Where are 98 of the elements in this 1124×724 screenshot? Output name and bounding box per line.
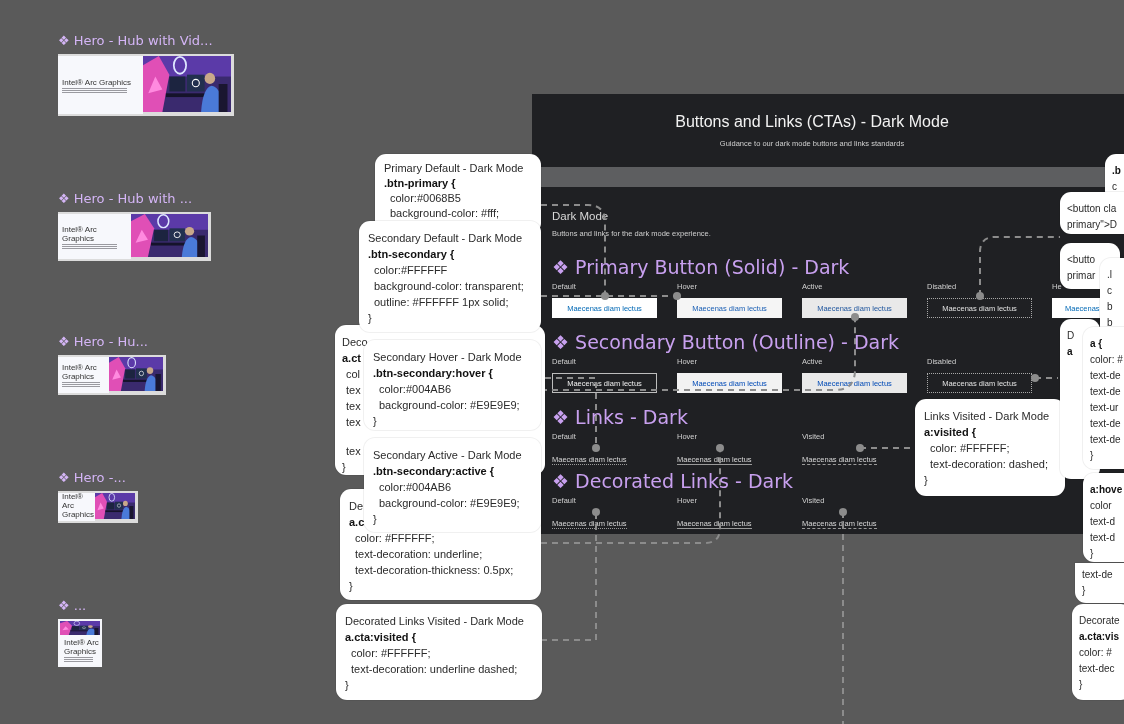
code-line: text-d	[1090, 531, 1115, 545]
frame-thumbnail[interactable]: Intel® Arc Graphics	[58, 355, 166, 395]
component-label[interactable]: ❖ Links - Dark	[552, 405, 688, 429]
code-line: .btn-secondary:active {	[373, 464, 495, 479]
note-title: text-de	[1090, 369, 1121, 383]
frame-label[interactable]: ❖ Hero - Hu...	[58, 334, 166, 350]
note-title: .l	[1107, 268, 1112, 282]
frame-label[interactable]: ❖ ...	[58, 598, 102, 614]
note-title: Decorated Links Visited - Dark Mode	[345, 614, 524, 629]
code-line: background-color: transparent;	[373, 279, 524, 294]
component-label[interactable]: ❖ Secondary Button (Outline) - Dark	[552, 330, 899, 354]
frame-thumbnail[interactable]: Intel® Arc Graphics	[58, 491, 138, 523]
code-line: color:#FFFFFF	[373, 263, 448, 278]
note-title: c	[1107, 284, 1112, 298]
code-line: tex	[345, 383, 361, 398]
code-line: text-decoration: underline;	[354, 547, 483, 562]
frame-label[interactable]: ❖ Hero - Hub with Vid...	[58, 33, 234, 49]
code-line: a.ct	[342, 351, 361, 366]
note-title: primar	[1067, 269, 1096, 283]
code-line: }	[345, 678, 349, 693]
code-line: }	[1090, 547, 1094, 561]
thumbnail-heading: Intel® Arc Graphics	[62, 493, 95, 519]
code-line: a.cta:visited {	[345, 630, 416, 645]
code-line: }	[373, 414, 377, 429]
frame-thumbnail[interactable]: Intel® Arc Graphics	[58, 619, 102, 667]
code-line: a.c	[349, 515, 365, 530]
code-line: color: #FFFFFF;	[929, 441, 1010, 456]
code-line: text-decoration: dashed;	[929, 457, 1049, 472]
code-line: tex	[345, 415, 361, 430]
component-label[interactable]: ❖ Primary Button (Solid) - Dark	[552, 255, 850, 279]
code-line: text-dec	[1079, 662, 1115, 676]
code-line: background-color: #fff;	[389, 206, 500, 221]
code-line: color:#0068B5	[389, 191, 461, 206]
code-line: text-decoration-thickness: 0.5px;	[354, 563, 514, 578]
note-title: text-de	[1090, 433, 1121, 447]
note-title: text-de	[1090, 417, 1121, 431]
thumbnail-heading: Intel® Arc Graphics	[62, 224, 98, 243]
code-line: color	[1090, 499, 1112, 513]
code-line: }	[368, 311, 372, 326]
code-line: }	[373, 512, 377, 527]
code-line: outline: #FFFFFF 1px solid;	[373, 295, 509, 310]
code-line: color: #	[1079, 646, 1112, 660]
code-line: tex	[345, 444, 361, 459]
code-line: background-color: #E9E9E9;	[378, 496, 520, 511]
thumbnail-heading: Intel® Arc Graphics	[64, 638, 100, 656]
code-line: col	[345, 367, 361, 382]
note-title: Secondary Active - Dark Mode	[373, 448, 522, 463]
note-title: De	[349, 499, 364, 514]
code-line: }	[349, 579, 353, 594]
note-title: primary">D	[1067, 218, 1117, 232]
code-line: .b	[1112, 164, 1121, 178]
code-line: color:#004AB6	[378, 480, 452, 495]
code-line: }	[924, 473, 928, 488]
thumbnail-heading: Intel® Arc Graphics	[62, 363, 98, 381]
section-title: Dark Mode	[552, 209, 610, 223]
code-line: color: #FFFFFF;	[350, 646, 431, 661]
code-line: c	[1112, 180, 1117, 194]
code-line: .btn-secondary {	[368, 247, 455, 262]
frame-thumbnail[interactable]: Intel® Arc Graphics	[58, 54, 234, 116]
note-title: Deco	[342, 335, 368, 350]
frame-thumbnail[interactable]: Intel® Arc Graphics	[58, 212, 211, 261]
note-title: color: #	[1090, 353, 1123, 367]
note-title: Secondary Default - Dark Mode	[368, 231, 523, 246]
code-line: tex	[345, 399, 361, 414]
thumbnail-heading: Intel® Arc Graphics	[62, 77, 133, 87]
note-title: <button cla	[1067, 202, 1117, 216]
frame-label[interactable]: ❖ Hero - Hub with ...	[58, 191, 211, 207]
note-title: D	[1067, 329, 1075, 343]
note-title: b	[1107, 300, 1113, 314]
board-title: Buttons and Links (CTAs) - Dark Mode	[675, 113, 950, 131]
note-title: text-ur	[1090, 401, 1119, 415]
code-line: }	[1090, 449, 1094, 463]
note-title: Secondary Hover - Dark Mode	[373, 350, 522, 365]
code-line: text-d	[1090, 515, 1115, 529]
code-line: background-color: #E9E9E9;	[378, 398, 520, 413]
note-title: text-de	[1090, 385, 1121, 399]
code-line: text-de	[1082, 568, 1113, 582]
note-title: b	[1107, 316, 1113, 330]
code-line: a:visited {	[924, 425, 976, 440]
code-line: }	[1079, 678, 1083, 692]
component-label[interactable]: ❖ Decorated Links - Dark	[552, 469, 793, 493]
code-line: a	[1067, 345, 1073, 359]
note-title: Decorate	[1079, 614, 1120, 628]
code-line: a:hove	[1090, 483, 1123, 497]
frame-label[interactable]: ❖ Hero -...	[58, 470, 138, 486]
note-title: <butto	[1067, 253, 1096, 267]
code-line: color:#004AB6	[378, 382, 452, 397]
code-line: .btn-primary {	[384, 176, 456, 191]
code-line: }	[342, 460, 346, 475]
code-line: .btn-secondary:hover {	[373, 366, 493, 381]
connector-line	[1031, 374, 1059, 382]
code-line: color: #FFFFFF;	[354, 531, 435, 546]
note-title: Links Visited - Dark Mode	[924, 409, 1050, 424]
code-line: }	[1082, 584, 1086, 598]
note-title: Primary Default - Dark Mode	[384, 161, 524, 176]
code-line: text-decoration: underline dashed;	[350, 662, 518, 677]
code-line: a {	[1090, 337, 1103, 351]
code-line: a.cta:vis	[1079, 630, 1120, 644]
